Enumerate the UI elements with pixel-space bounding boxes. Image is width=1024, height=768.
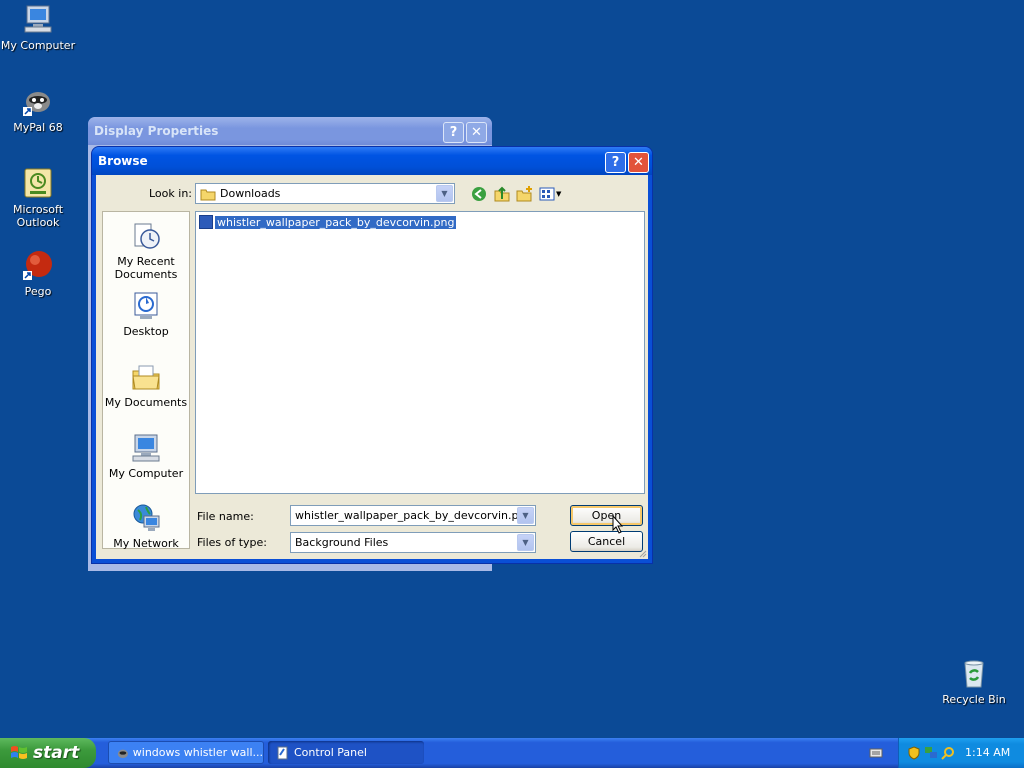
new-folder-button[interactable] — [516, 185, 534, 203]
desktop-icon-label: Microsoft Outlook — [12, 203, 64, 229]
chevron-down-icon[interactable]: ▼ — [517, 534, 534, 551]
up-folder-icon — [494, 186, 510, 202]
place-desktop[interactable]: Desktop — [103, 290, 189, 338]
mypal-icon — [23, 92, 50, 116]
desktop-icon — [134, 292, 158, 319]
dialog-body: Look in: Downloads ▼ ▼ My Recent Documen… — [96, 175, 648, 559]
clock[interactable]: 1:14 AM — [965, 746, 1010, 759]
taskbar-item-whistler[interactable]: windows whistler wall... — [108, 741, 264, 764]
files-of-type-select[interactable]: Background Files ▼ — [290, 532, 536, 553]
help-button[interactable]: ? — [605, 152, 626, 173]
up-folder-button[interactable] — [493, 185, 511, 203]
chevron-down-icon: ▼ — [556, 190, 562, 198]
desktop-icon-label: Recycle Bin — [942, 693, 1006, 706]
browse-titlebar[interactable]: Browse ? ✕ — [92, 147, 652, 175]
close-icon: ✕ — [633, 155, 644, 170]
system-tray: 1:14 AM — [898, 738, 1024, 768]
window-title: Browse — [98, 154, 148, 168]
windows-logo-icon — [11, 746, 27, 759]
places-bar: My Recent Documents Desktop My Documents — [102, 211, 190, 550]
desktop-icon-label: MyPal 68 — [13, 121, 63, 134]
look-in-label: Look in: — [149, 187, 192, 200]
cancel-button[interactable]: Cancel — [570, 531, 643, 552]
desktop-icon-pego[interactable]: Pego — [0, 249, 76, 298]
files-of-type-label: Files of type: — [197, 536, 268, 549]
taskbar: start windows whistler wall... Control P… — [0, 738, 1024, 768]
my-documents-icon — [132, 365, 160, 390]
desktop-icon-recycle-bin[interactable]: Recycle Bin — [936, 657, 1012, 706]
close-button[interactable]: ✕ — [628, 152, 649, 173]
look-in-combo[interactable]: Downloads ▼ — [195, 183, 455, 204]
place-my-documents[interactable]: My Documents — [103, 361, 189, 409]
desktop-icon-outlook[interactable]: Microsoft Outlook — [0, 167, 76, 229]
file-name-label: File name: — [197, 510, 254, 523]
my-network-icon — [133, 504, 160, 531]
recycle-bin-icon — [964, 660, 984, 688]
file-name: whistler_wallpaper_pack_by_devcorvin.png — [215, 215, 457, 229]
folder-icon — [200, 189, 216, 200]
search-icon[interactable] — [941, 746, 955, 760]
desktop-icon-my-computer[interactable]: My Computer — [0, 3, 76, 52]
desktop-icon-label: My Computer — [0, 39, 76, 52]
control-panel-icon — [277, 746, 288, 759]
views-menu-button[interactable]: ▼ — [539, 185, 565, 203]
mypal-icon — [117, 749, 128, 758]
keyboard-icon[interactable] — [869, 747, 883, 759]
chevron-down-icon[interactable]: ▼ — [517, 507, 534, 524]
back-button[interactable] — [470, 185, 488, 203]
network-icon[interactable] — [924, 746, 938, 760]
place-my-computer[interactable]: My Computer — [103, 432, 189, 480]
desktop-icon-label: Pego — [24, 285, 52, 298]
image-file-icon — [199, 215, 213, 229]
resize-grip-icon[interactable] — [637, 548, 647, 558]
place-my-recent-documents[interactable]: My Recent Documents — [103, 220, 189, 281]
list-item[interactable]: whistler_wallpaper_pack_by_devcorvin.png — [199, 215, 457, 229]
start-button[interactable]: start — [0, 738, 96, 768]
browse-dialog[interactable]: Browse ? ✕ Look in: Downloads ▼ ▼ My Rec… — [91, 146, 653, 564]
new-folder-icon — [516, 186, 532, 202]
help-button[interactable]: ? — [443, 122, 464, 143]
open-button[interactable]: Open — [570, 505, 643, 526]
close-button[interactable]: ✕ — [466, 122, 487, 143]
desktop-icon-mypal[interactable]: MyPal 68 — [0, 85, 76, 134]
back-arrow-icon — [472, 187, 486, 201]
security-shield-icon[interactable] — [907, 746, 921, 760]
recent-documents-icon — [134, 223, 160, 249]
taskbar-item-control-panel[interactable]: Control Panel — [268, 741, 424, 764]
pego-icon — [23, 251, 52, 280]
place-my-network[interactable]: My Network — [103, 502, 189, 550]
window-title: Display Properties — [94, 124, 219, 138]
file-list[interactable]: whistler_wallpaper_pack_by_devcorvin.png — [195, 211, 645, 494]
close-icon: ✕ — [471, 125, 482, 140]
mouse-cursor-icon — [612, 515, 624, 534]
my-computer-icon — [132, 434, 160, 462]
chevron-down-icon[interactable]: ▼ — [436, 185, 453, 202]
my-computer-icon — [24, 5, 52, 33]
display-properties-titlebar[interactable]: Display Properties ? ✕ — [88, 117, 492, 145]
views-icon — [539, 187, 555, 201]
file-name-input[interactable]: whistler_wallpaper_pack_by_devcorvin.png… — [290, 505, 536, 526]
outlook-icon — [24, 168, 52, 198]
